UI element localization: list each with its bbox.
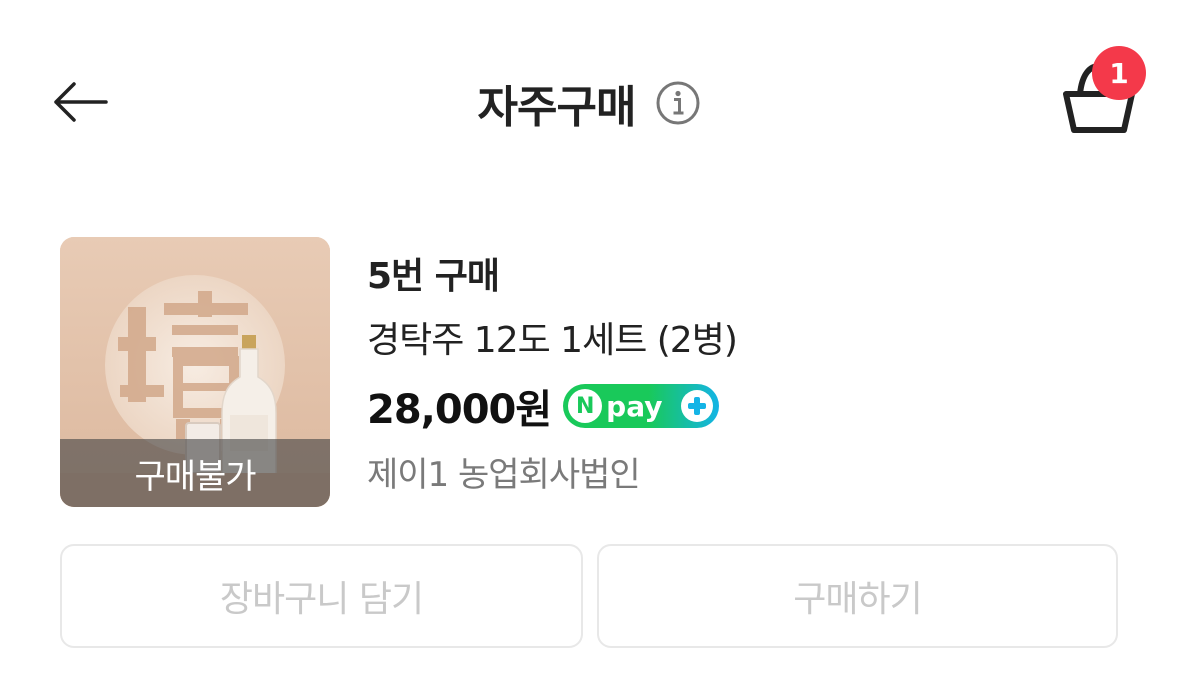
price-row: 28,000원 N pay	[367, 377, 720, 435]
purchase-count: 5번 구매	[367, 256, 500, 297]
buy-button[interactable]: 구매하기	[597, 544, 1118, 648]
top-bar: 자주구매 1	[0, 0, 1179, 200]
page-title: 자주구매	[477, 82, 637, 133]
npay-plus-badge: N pay	[563, 384, 720, 428]
info-icon[interactable]	[655, 80, 701, 126]
seller-name: 제이1 농업회사법인	[367, 455, 641, 495]
npay-label: pay	[606, 389, 663, 423]
npay-n-icon: N	[568, 389, 603, 423]
product-price: 28,000원	[367, 387, 552, 433]
product-thumbnail[interactable]: 구매불가	[60, 237, 330, 507]
plus-icon	[681, 390, 714, 422]
cart-count-badge: 1	[1092, 46, 1146, 100]
title-group: 자주구매	[0, 70, 1179, 136]
product-name[interactable]: 경탁주 12도 1세트 (2병)	[367, 311, 738, 363]
unavailable-overlay: 구매불가	[60, 439, 330, 507]
product-card[interactable]: 구매불가 5번 구매 경탁주 12도 1세트 (2병) 28,000원 N pa…	[60, 237, 1120, 507]
add-to-cart-button[interactable]: 장바구니 담기	[60, 544, 583, 648]
